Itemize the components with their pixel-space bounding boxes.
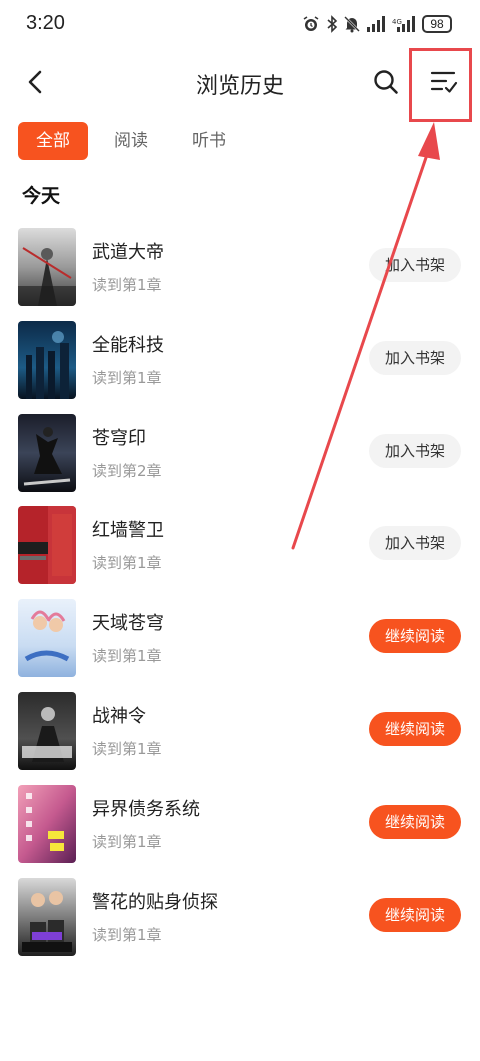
alarm-icon xyxy=(303,16,319,31)
section-title-today: 今天 xyxy=(22,185,61,207)
continue-reading-button[interactable]: 继续阅读 xyxy=(369,711,461,746)
book-progress: 读到第1章 xyxy=(92,276,162,294)
book-cover[interactable] xyxy=(18,320,76,399)
book-title: 异界债务系统 xyxy=(92,798,200,820)
continue-reading-button[interactable]: 继续阅读 xyxy=(369,619,461,654)
book-cover[interactable] xyxy=(18,877,76,956)
book-cover[interactable] xyxy=(18,413,76,492)
book-progress: 读到第1章 xyxy=(92,647,162,666)
list-item[interactable]: 战神令 读到第1章 继续阅读 xyxy=(0,688,480,781)
book-cover[interactable] xyxy=(18,784,76,863)
bluetooth-icon xyxy=(327,15,338,33)
book-progress: 读到第1章 xyxy=(92,739,162,758)
book-progress: 读到第2章 xyxy=(92,461,162,480)
page-title: 浏览历史 xyxy=(195,74,284,99)
search-icon[interactable] xyxy=(368,64,404,100)
book-title: 警花的贴身侦探 xyxy=(92,891,218,913)
list-item[interactable]: 红墙警卫 读到第1章 加入书架 xyxy=(0,502,480,595)
book-title: 全能科技 xyxy=(92,334,164,356)
tab-reading[interactable]: 阅读 xyxy=(96,122,166,160)
add-to-shelf-button[interactable]: 加入书架 xyxy=(369,526,461,561)
book-progress: 读到第1章 xyxy=(92,554,162,573)
filter-tabs: 全部 阅读 听书 xyxy=(18,122,252,160)
signal-icon-2: 4G xyxy=(392,16,415,32)
add-to-shelf-button[interactable]: 加入书架 xyxy=(369,433,461,468)
status-icons: 4G 98 xyxy=(302,13,452,35)
top-bar: 浏览历史 xyxy=(0,48,480,122)
book-title: 武道大帝 xyxy=(92,242,164,263)
book-cover[interactable] xyxy=(18,228,76,306)
list-item[interactable]: 武道大帝 读到第1章 加入书架 xyxy=(0,224,480,317)
list-item[interactable]: 苍穹印 读到第2章 加入书架 xyxy=(0,410,480,503)
battery-indicator: 98 xyxy=(422,15,452,33)
list-item[interactable]: 天域苍穹 读到第1章 继续阅读 xyxy=(0,595,480,688)
tab-audiobook[interactable]: 听书 xyxy=(174,122,244,160)
svg-text:4G: 4G xyxy=(392,18,402,26)
list-item[interactable]: 异界债务系统 读到第1章 继续阅读 xyxy=(0,781,480,874)
book-title: 天域苍穹 xyxy=(92,613,164,635)
tab-all[interactable]: 全部 xyxy=(18,122,88,160)
book-progress: 读到第1章 xyxy=(92,925,162,944)
history-list: 武道大帝 读到第1章 加入书架 全能科技 读到第1章 加入书架 苍穹印 读到第2… xyxy=(0,224,480,966)
book-progress: 读到第1章 xyxy=(92,832,162,851)
continue-reading-button[interactable]: 继续阅读 xyxy=(369,804,461,839)
add-to-shelf-button[interactable]: 加入书架 xyxy=(369,340,461,375)
book-cover[interactable] xyxy=(18,506,76,585)
book-title: 战神令 xyxy=(92,705,146,727)
status-bar: 3:20 4G 98 xyxy=(0,0,480,48)
book-progress: 读到第1章 xyxy=(92,368,162,387)
book-cover[interactable] xyxy=(18,691,76,770)
mute-icon xyxy=(344,16,360,33)
continue-reading-button[interactable]: 继续阅读 xyxy=(369,897,461,932)
book-title: 红墙警卫 xyxy=(92,520,164,542)
list-check-icon[interactable] xyxy=(424,64,464,100)
list-item[interactable]: 全能科技 读到第1章 加入书架 xyxy=(0,317,480,410)
status-time: 3:20 xyxy=(26,12,65,34)
add-to-shelf-button[interactable]: 加入书架 xyxy=(369,248,461,282)
book-title: 苍穹印 xyxy=(92,427,146,449)
book-cover[interactable] xyxy=(18,599,76,678)
signal-icon xyxy=(367,16,385,32)
list-item[interactable]: 警花的贴身侦探 读到第1章 继续阅读 xyxy=(0,874,480,967)
